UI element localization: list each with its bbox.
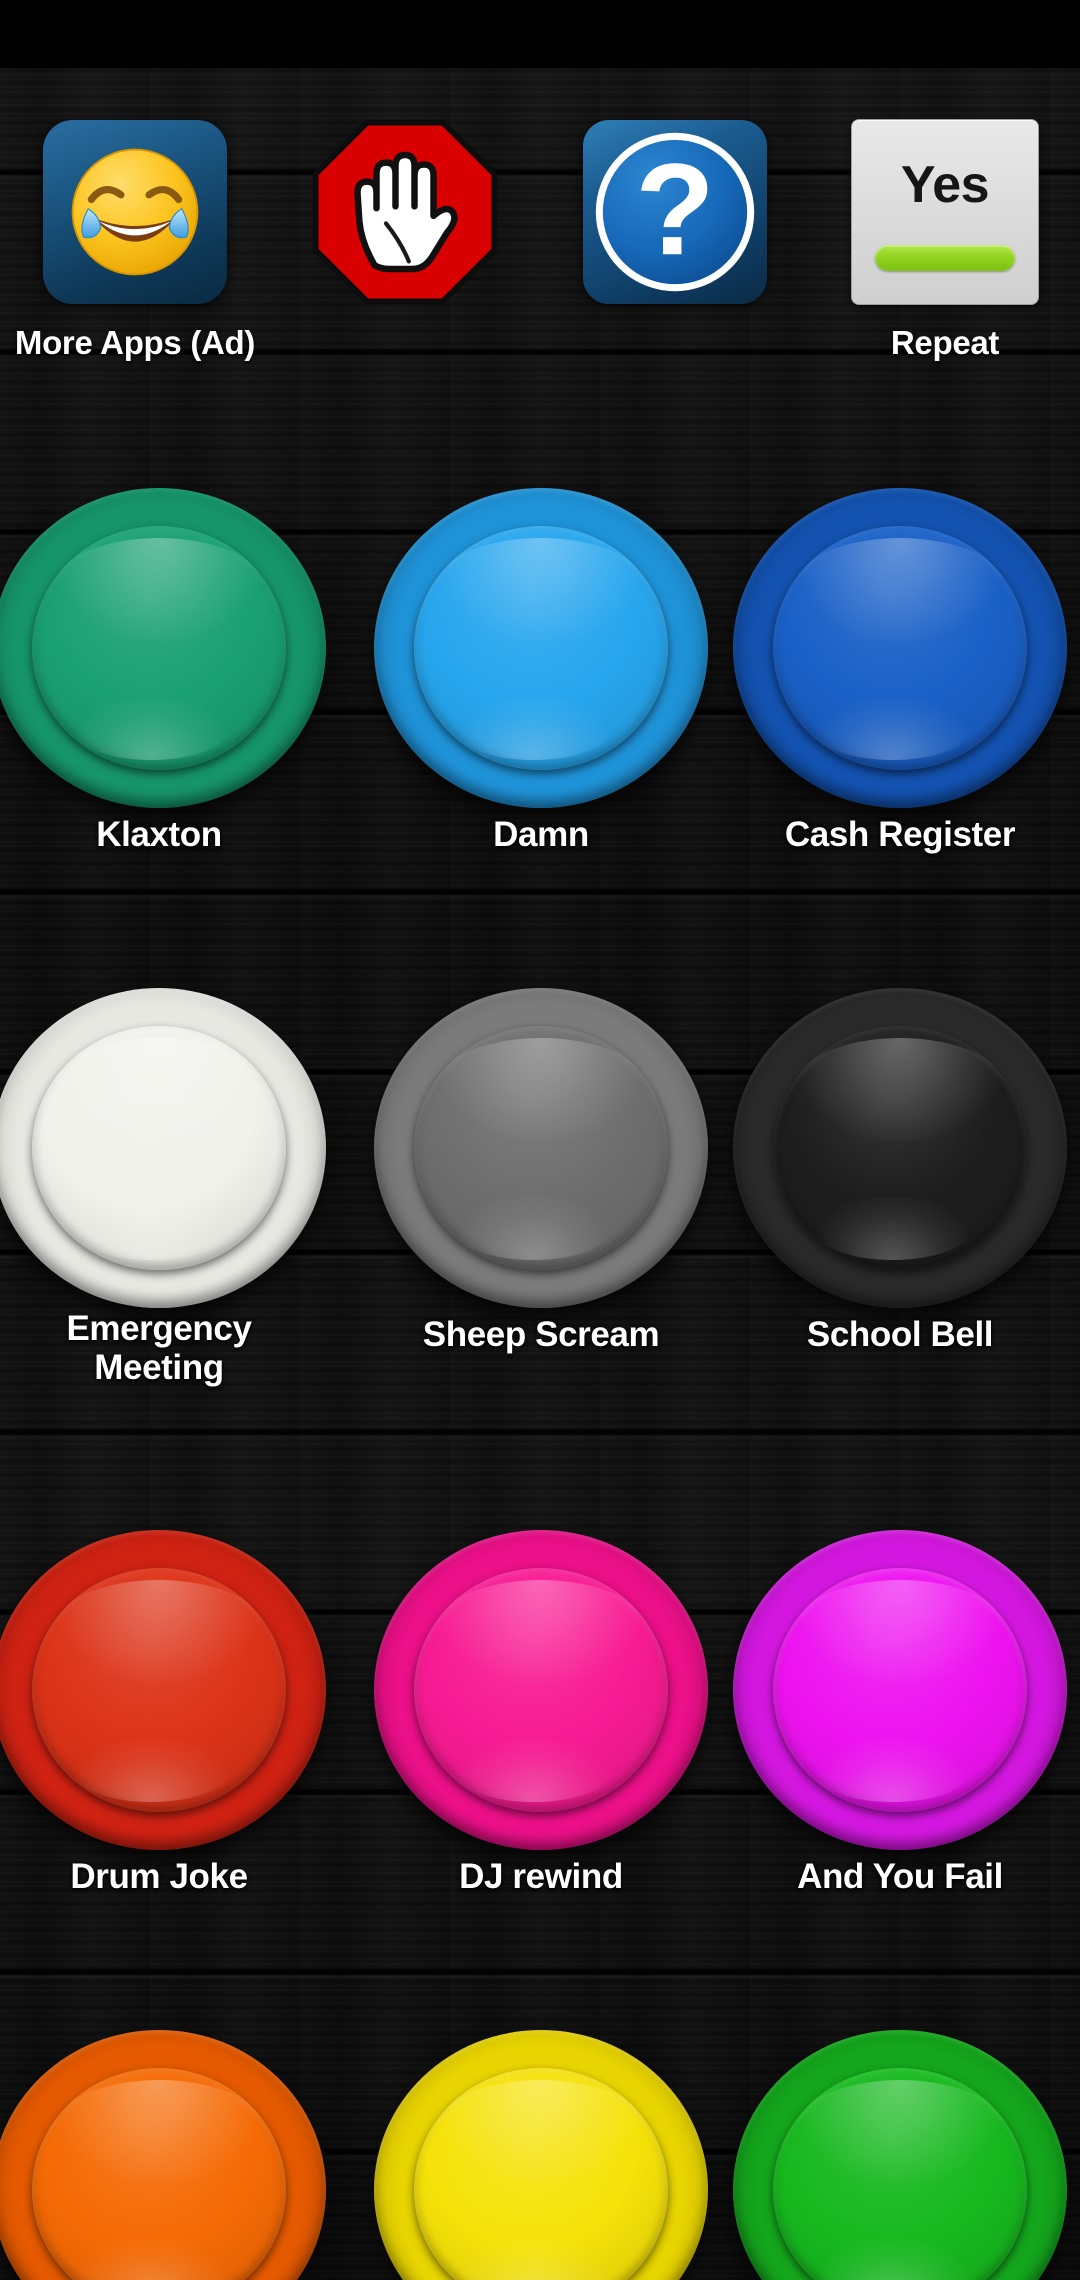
- sound-button-damn[interactable]: Damn: [361, 438, 721, 875]
- sound-button-klaxton[interactable]: Klaxton: [0, 438, 339, 875]
- arcade-button[interactable]: [733, 488, 1067, 808]
- arcade-button-cap: [32, 1026, 286, 1270]
- sound-button-label: Emergency Meeting: [66, 1309, 252, 1387]
- arcade-button-cap: [414, 2068, 668, 2280]
- soundboard-app: More Apps (Ad) ? Yes Repeat Klaxton Damn…: [0, 0, 1080, 2280]
- button-row: Emergency Meeting Sheep Scream School Be…: [0, 938, 1080, 1386]
- question-mark-tile: ?: [583, 120, 767, 304]
- arcade-button-cap: [773, 2068, 1027, 2280]
- sound-button-label: DJ rewind: [459, 1857, 623, 1896]
- arcade-button-cap: [32, 2068, 286, 2280]
- arcade-button[interactable]: [374, 488, 708, 808]
- sound-button-label: Cash Register: [784, 815, 1016, 854]
- toggle-switch-icon[interactable]: Yes: [851, 119, 1039, 305]
- button-row: Drum Joke DJ rewind And You Fail: [0, 1480, 1080, 1917]
- sound-button-green[interactable]: [720, 1980, 1080, 2280]
- arcade-button[interactable]: [733, 2030, 1067, 2280]
- arcade-button-cap: [773, 1568, 1027, 1812]
- sound-button-dj-rewind[interactable]: DJ rewind: [361, 1480, 721, 1917]
- sound-button-label: Sheep Scream: [422, 1315, 660, 1354]
- arcade-button[interactable]: [0, 988, 326, 1308]
- sound-button-sheep-scream[interactable]: Sheep Scream: [361, 938, 721, 1375]
- arcade-button[interactable]: [374, 1530, 708, 1850]
- arcade-button[interactable]: [374, 988, 708, 1308]
- sound-button-label: Damn: [493, 815, 589, 854]
- arcade-button-cap: [32, 526, 286, 770]
- sound-button-label: School Bell: [806, 1315, 994, 1354]
- sound-button-and-you-fail[interactable]: And You Fail: [720, 1480, 1080, 1917]
- laughing-tears-emoji-icon: [43, 120, 227, 304]
- arcade-button-cap: [773, 1026, 1027, 1270]
- button-row: [0, 1980, 1080, 2280]
- sound-button-label: Klaxton: [96, 815, 222, 854]
- sound-button-label: And You Fail: [797, 1857, 1003, 1896]
- sound-button-cash-register[interactable]: Cash Register: [720, 438, 1080, 875]
- arcade-button-cap: [32, 1568, 286, 1812]
- help-button[interactable]: ?: [540, 68, 810, 438]
- more-apps-icon-wrap: [37, 114, 233, 310]
- arcade-button-cap: [414, 1026, 668, 1270]
- arcade-button-cap: [414, 526, 668, 770]
- repeat-label: Repeat: [890, 324, 1000, 361]
- arcade-button[interactable]: [0, 2030, 326, 2280]
- sound-button-school-bell[interactable]: School Bell: [720, 938, 1080, 1375]
- more-apps-button[interactable]: More Apps (Ad): [0, 68, 270, 438]
- help-icon-wrap: ?: [577, 114, 773, 310]
- repeat-toggle-wrap: Yes: [847, 114, 1043, 310]
- arcade-button[interactable]: [0, 1530, 326, 1850]
- stop-icon-wrap: [307, 114, 503, 310]
- arcade-button[interactable]: [0, 488, 326, 808]
- more-apps-label: More Apps (Ad): [14, 324, 256, 361]
- svg-text:?: ?: [635, 136, 715, 282]
- arcade-button[interactable]: [733, 1530, 1067, 1850]
- arcade-button-cap: [414, 1568, 668, 1812]
- arcade-button[interactable]: [733, 988, 1067, 1308]
- button-row: Klaxton Damn Cash Register: [0, 438, 1080, 875]
- arcade-button-cap: [773, 526, 1027, 770]
- repeat-toggle-value: Yes: [900, 156, 990, 214]
- sound-button-label: Drum Joke: [70, 1857, 248, 1896]
- stop-button[interactable]: [270, 68, 540, 438]
- toggle-bar: [875, 245, 1015, 271]
- arcade-button[interactable]: [374, 2030, 708, 2280]
- sound-button-drum-joke[interactable]: Drum Joke: [0, 1480, 339, 1917]
- top-toolbar: More Apps (Ad) ? Yes Repeat: [0, 68, 1080, 438]
- sound-button-orange[interactable]: [0, 1980, 339, 2280]
- question-mark-icon: ?: [595, 132, 755, 292]
- sound-button-yellow[interactable]: [361, 1980, 721, 2280]
- status-bar: [0, 0, 1080, 68]
- repeat-toggle-button[interactable]: Yes Repeat: [810, 68, 1080, 438]
- stop-hand-icon: [312, 119, 498, 305]
- sound-button-emergency-meeting[interactable]: Emergency Meeting: [0, 938, 339, 1386]
